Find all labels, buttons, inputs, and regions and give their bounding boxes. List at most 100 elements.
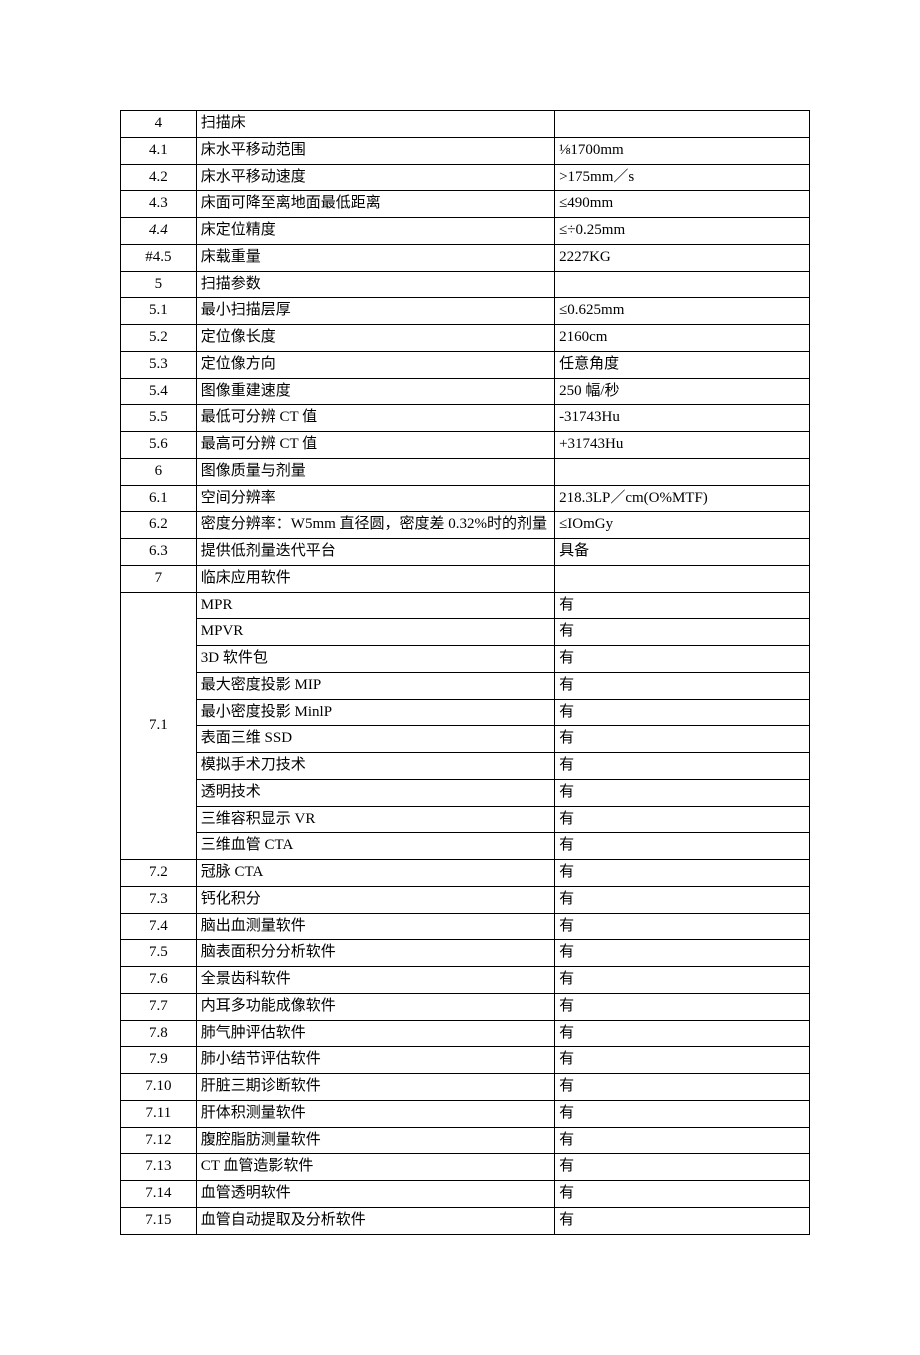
row-value: 有 xyxy=(555,753,810,780)
table-row: 7.8肺气肿评估软件有 xyxy=(121,1020,810,1047)
table-row: 7.1MPR有 xyxy=(121,592,810,619)
row-description: 透明技术 xyxy=(196,779,554,806)
row-value: 250 幅/秒 xyxy=(555,378,810,405)
table-row: 7.12腹腔脂肪测量软件有 xyxy=(121,1127,810,1154)
row-description: 床定位精度 xyxy=(196,218,554,245)
row-number: #4.5 xyxy=(121,244,197,271)
row-value: ⅛1700mm xyxy=(555,137,810,164)
row-number: 5.5 xyxy=(121,405,197,432)
row-value xyxy=(555,458,810,485)
row-value: 有 xyxy=(555,646,810,673)
row-value: 有 xyxy=(555,726,810,753)
row-description: 模拟手术刀技术 xyxy=(196,753,554,780)
row-number: 4.4 xyxy=(121,218,197,245)
table-row: 4.2床水平移动速度>175mm／s xyxy=(121,164,810,191)
row-value: ≤0.625mm xyxy=(555,298,810,325)
row-number: 4.2 xyxy=(121,164,197,191)
row-value: 有 xyxy=(555,1020,810,1047)
row-description: MPR xyxy=(196,592,554,619)
row-description: CT 血管造影软件 xyxy=(196,1154,554,1181)
row-number: 7.3 xyxy=(121,886,197,913)
row-number: 7.9 xyxy=(121,1047,197,1074)
row-description: 钙化积分 xyxy=(196,886,554,913)
table-row: 7.5脑表面积分分析软件有 xyxy=(121,940,810,967)
table-row: 三维容积显示 VR有 xyxy=(121,806,810,833)
row-description: 肝体积测量软件 xyxy=(196,1100,554,1127)
row-description: 内耳多功能成像软件 xyxy=(196,993,554,1020)
table-row: 5.3定位像方向任意角度 xyxy=(121,351,810,378)
row-number: 5.3 xyxy=(121,351,197,378)
row-description: 脑表面积分分析软件 xyxy=(196,940,554,967)
row-value: 有 xyxy=(555,1074,810,1101)
table-row: 三维血管 CTA有 xyxy=(121,833,810,860)
table-row: 4.4床定位精度≤÷0.25mm xyxy=(121,218,810,245)
table-row: 7.11肝体积测量软件有 xyxy=(121,1100,810,1127)
table-row: 6图像质量与剂量 xyxy=(121,458,810,485)
table-row: 5.2定位像长度2160cm xyxy=(121,325,810,352)
row-number: 7.6 xyxy=(121,967,197,994)
row-description: 床水平移动速度 xyxy=(196,164,554,191)
row-description: 血管透明软件 xyxy=(196,1181,554,1208)
row-description: 提供低剂量迭代平台 xyxy=(196,539,554,566)
row-value: 有 xyxy=(555,833,810,860)
table-row: 模拟手术刀技术有 xyxy=(121,753,810,780)
table-row: 7.10肝脏三期诊断软件有 xyxy=(121,1074,810,1101)
row-description: 肺气肿评估软件 xyxy=(196,1020,554,1047)
row-description: 定位像方向 xyxy=(196,351,554,378)
row-number: 7.15 xyxy=(121,1207,197,1234)
row-value: 有 xyxy=(555,619,810,646)
row-value: 有 xyxy=(555,806,810,833)
table-row: 6.2密度分辨率：W5mm 直径圆，密度差 0.32%时的剂量≤IOmGy xyxy=(121,512,810,539)
row-value: 有 xyxy=(555,672,810,699)
table-row: 6.3提供低剂量迭代平台具备 xyxy=(121,539,810,566)
row-value: 有 xyxy=(555,860,810,887)
row-description: 冠脉 CTA xyxy=(196,860,554,887)
row-description: 血管自动提取及分析软件 xyxy=(196,1207,554,1234)
row-number: 7.2 xyxy=(121,860,197,887)
row-number: 5.1 xyxy=(121,298,197,325)
row-description: 三维血管 CTA xyxy=(196,833,554,860)
row-description: 临床应用软件 xyxy=(196,565,554,592)
table-row: 4.3床面可降至离地面最低距离≤490mm xyxy=(121,191,810,218)
row-number: 7.1 xyxy=(121,592,197,860)
row-value: 具备 xyxy=(555,539,810,566)
table-row: 7临床应用软件 xyxy=(121,565,810,592)
row-value: 有 xyxy=(555,699,810,726)
row-value: 有 xyxy=(555,1127,810,1154)
row-description: 脑出血测量软件 xyxy=(196,913,554,940)
row-number: 6.1 xyxy=(121,485,197,512)
row-number: 7.7 xyxy=(121,993,197,1020)
row-description: 图像质量与剂量 xyxy=(196,458,554,485)
row-number: 5.4 xyxy=(121,378,197,405)
row-number: 6.2 xyxy=(121,512,197,539)
table-row: 7.2冠脉 CTA有 xyxy=(121,860,810,887)
row-description: 扫描床 xyxy=(196,111,554,138)
row-description: 3D 软件包 xyxy=(196,646,554,673)
row-description: 最小扫描层厚 xyxy=(196,298,554,325)
row-description: 床水平移动范围 xyxy=(196,137,554,164)
table-row: 表面三维 SSD有 xyxy=(121,726,810,753)
row-number: 7.5 xyxy=(121,940,197,967)
row-number: 5.2 xyxy=(121,325,197,352)
row-value: ≤÷0.25mm xyxy=(555,218,810,245)
row-number: 7.8 xyxy=(121,1020,197,1047)
row-number: 6 xyxy=(121,458,197,485)
table-row: 7.7内耳多功能成像软件有 xyxy=(121,993,810,1020)
row-description: MPVR xyxy=(196,619,554,646)
row-value: 有 xyxy=(555,1100,810,1127)
table-row: 7.9肺小结节评估软件有 xyxy=(121,1047,810,1074)
row-number: 7.11 xyxy=(121,1100,197,1127)
row-value: 有 xyxy=(555,1154,810,1181)
table-row: 5.4图像重建速度250 幅/秒 xyxy=(121,378,810,405)
row-number: 4.1 xyxy=(121,137,197,164)
table-row: 4扫描床 xyxy=(121,111,810,138)
row-description: 床面可降至离地面最低距离 xyxy=(196,191,554,218)
table-row: 5扫描参数 xyxy=(121,271,810,298)
row-value: 有 xyxy=(555,913,810,940)
table-row: 5.5最低可分辨 CT 值-31743Hu xyxy=(121,405,810,432)
row-description: 空间分辨率 xyxy=(196,485,554,512)
table-row: 7.4脑出血测量软件有 xyxy=(121,913,810,940)
table-row: 6.1空间分辨率218.3LP／cm(O%MTF) xyxy=(121,485,810,512)
row-number: 7.12 xyxy=(121,1127,197,1154)
row-value: 任意角度 xyxy=(555,351,810,378)
